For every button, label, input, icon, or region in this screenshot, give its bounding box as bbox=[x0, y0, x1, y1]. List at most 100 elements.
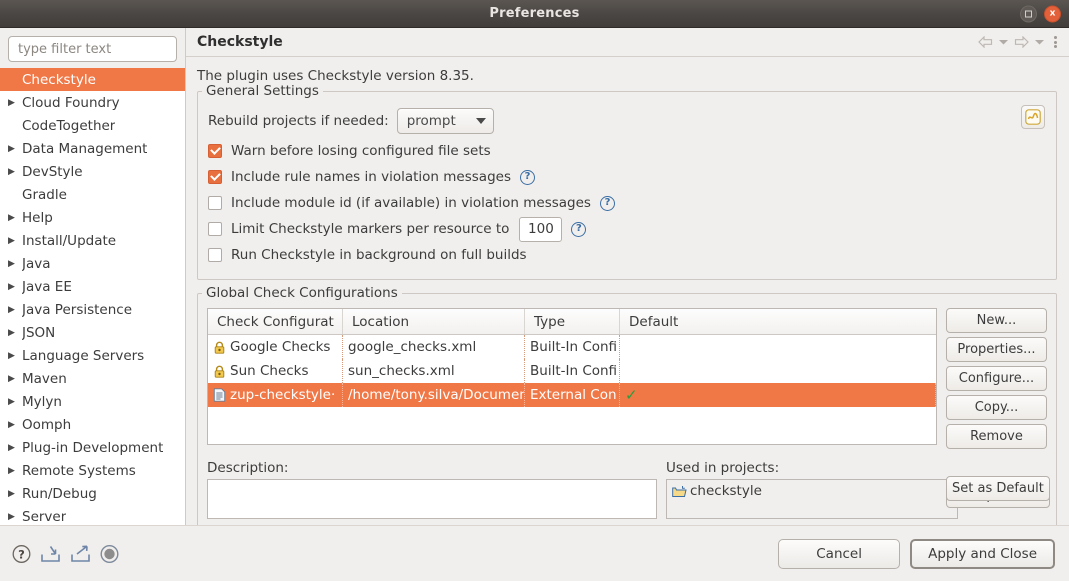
back-chevron-down-icon[interactable] bbox=[998, 38, 1009, 46]
sidebar-item-maven[interactable]: ▶ Maven bbox=[0, 367, 185, 390]
preferences-dialog: Checkstyle▶Cloud FoundryCodeTogether▶Dat… bbox=[0, 28, 1069, 581]
sidebar-item-java-ee[interactable]: ▶ Java EE bbox=[0, 275, 185, 298]
cell-type: External Con bbox=[525, 383, 620, 407]
sidebar-item-install-update[interactable]: ▶ Install/Update bbox=[0, 229, 185, 252]
sidebar-item-json[interactable]: ▶ JSON bbox=[0, 321, 185, 344]
sidebar-item-language-servers[interactable]: ▶ Language Servers bbox=[0, 344, 185, 367]
expand-triangle-icon[interactable]: ▶ bbox=[8, 213, 22, 223]
expand-triangle-icon[interactable]: ▶ bbox=[8, 328, 22, 338]
search-input[interactable] bbox=[8, 36, 177, 62]
expand-triangle-icon[interactable]: ▶ bbox=[8, 351, 22, 361]
sidebar-item-devstyle[interactable]: ▶ DevStyle bbox=[0, 160, 185, 183]
sidebar-item-checkstyle[interactable]: Checkstyle bbox=[0, 68, 185, 91]
marker-limit-input[interactable] bbox=[519, 216, 563, 242]
configure-button[interactable]: Configure... bbox=[945, 366, 1047, 391]
sidebar-item-data-management[interactable]: ▶ Data Management bbox=[0, 137, 185, 160]
expand-triangle-icon[interactable]: ▶ bbox=[8, 259, 22, 269]
used-in-projects-box[interactable]: checkstyle bbox=[666, 479, 958, 519]
config-name: zup-checkstyle· bbox=[230, 387, 336, 403]
expand-triangle-icon[interactable]: ▶ bbox=[8, 98, 22, 108]
sidebar-item-gradle[interactable]: Gradle bbox=[0, 183, 185, 206]
page-title: Checkstyle bbox=[197, 34, 283, 50]
set-as-default-button[interactable]: Set as Default bbox=[945, 476, 1050, 501]
expand-triangle-icon[interactable]: ▶ bbox=[8, 489, 22, 499]
sidebar-item-cloud-foundry[interactable]: ▶ Cloud Foundry bbox=[0, 91, 185, 114]
sidebar-item-label: Java Persistence bbox=[22, 301, 133, 318]
import-icon[interactable] bbox=[40, 544, 61, 563]
rebuild-projects-select[interactable]: prompt bbox=[396, 107, 494, 134]
checkbox-run-checkstyle-in[interactable] bbox=[208, 248, 222, 262]
sidebar-item-remote-systems[interactable]: ▶ Remote Systems bbox=[0, 459, 185, 482]
back-arrow-icon[interactable] bbox=[978, 36, 993, 48]
cell-check-configuration: Google Checks bbox=[208, 335, 343, 359]
checkbox-warn-before-losing[interactable] bbox=[208, 144, 222, 158]
list-item[interactable]: checkstyle bbox=[672, 483, 762, 499]
svg-text:?: ? bbox=[18, 547, 25, 561]
help-icon[interactable]: ? bbox=[519, 169, 535, 185]
checkstyle-config-icon[interactable] bbox=[1021, 105, 1045, 129]
expand-triangle-icon[interactable]: ▶ bbox=[8, 443, 22, 453]
properties-button[interactable]: Properties... bbox=[945, 337, 1047, 362]
cell-type: Built-In Confi bbox=[525, 335, 620, 359]
checkbox-include-rule-names[interactable] bbox=[208, 170, 222, 184]
sidebar-item-mylyn[interactable]: ▶ Mylyn bbox=[0, 390, 185, 413]
expand-triangle-icon[interactable]: ▶ bbox=[8, 167, 22, 177]
sidebar-item-java[interactable]: ▶ Java bbox=[0, 252, 185, 275]
column-header[interactable]: Default bbox=[620, 309, 936, 334]
expand-triangle-icon[interactable]: ▶ bbox=[8, 466, 22, 476]
expand-triangle-icon[interactable]: ▶ bbox=[8, 512, 22, 522]
sidebar-item-label: Data Management bbox=[22, 140, 148, 157]
general-settings-body: Rebuild projects if needed: prompt Warn … bbox=[197, 91, 1057, 280]
help-icon[interactable]: ? bbox=[571, 221, 587, 237]
column-header[interactable]: Location bbox=[343, 309, 525, 334]
sidebar-item-label: Plug-in Development bbox=[22, 439, 164, 456]
expand-triangle-icon[interactable]: ▶ bbox=[8, 236, 22, 246]
vertical-dots-icon[interactable] bbox=[1050, 36, 1061, 48]
maximize-button[interactable] bbox=[1020, 5, 1037, 22]
cancel-button[interactable]: Cancel bbox=[778, 538, 901, 569]
sidebar-item-label: Oomph bbox=[22, 416, 72, 433]
table-row[interactable]: Google Checks google_checks.xml Built-In C… bbox=[208, 335, 936, 359]
description-box[interactable] bbox=[207, 479, 657, 519]
sidebar-item-label: Gradle bbox=[22, 186, 67, 203]
checkbox-include-module-id[interactable] bbox=[208, 196, 222, 210]
close-button[interactable]: x bbox=[1044, 5, 1061, 22]
column-header[interactable]: Type bbox=[525, 309, 620, 334]
content-header: Checkstyle bbox=[186, 28, 1069, 57]
table-body[interactable]: Google Checks google_checks.xml Built-In C… bbox=[208, 335, 936, 407]
cell-default: ✓ bbox=[620, 383, 936, 407]
expand-triangle-icon[interactable]: ▶ bbox=[8, 374, 22, 384]
checkbox-label: Run Checkstyle in background on full bui… bbox=[231, 247, 527, 263]
export-icon[interactable] bbox=[70, 544, 91, 563]
table-row[interactable]: zup-checkstyle· /home/tony.silva/Document… bbox=[208, 383, 936, 407]
sidebar-item-java-persistence[interactable]: ▶ Java Persistence bbox=[0, 298, 185, 321]
forward-chevron-down-icon[interactable] bbox=[1034, 38, 1045, 46]
expand-triangle-icon[interactable]: ▶ bbox=[8, 305, 22, 315]
expand-triangle-icon[interactable]: ▶ bbox=[8, 282, 22, 292]
copy-button[interactable]: Copy... bbox=[945, 395, 1047, 420]
column-header[interactable]: Check Configurat bbox=[208, 309, 343, 334]
window-title: Preferences bbox=[489, 6, 580, 21]
sidebar-item-help[interactable]: ▶ Help bbox=[0, 206, 185, 229]
remove-button[interactable]: Remove bbox=[945, 424, 1047, 449]
expand-triangle-icon[interactable]: ▶ bbox=[8, 144, 22, 154]
sidebar-item-plug-in-development[interactable]: ▶ Plug-in Development bbox=[0, 436, 185, 459]
sidebar-item-oomph[interactable]: ▶ Oomph bbox=[0, 413, 185, 436]
sidebar-item-server[interactable]: ▶ Server bbox=[0, 505, 185, 524]
sidebar-item-run-debug[interactable]: ▶ Run/Debug bbox=[0, 482, 185, 505]
help-icon[interactable]: ? bbox=[599, 195, 615, 211]
help-icon[interactable]: ? bbox=[12, 544, 31, 563]
preferences-tree[interactable]: Checkstyle ▶ Cloud Foundry CodeTogether ▶ Dat… bbox=[0, 68, 185, 523]
forward-arrow-icon[interactable] bbox=[1014, 36, 1029, 48]
expand-triangle-icon[interactable]: ▶ bbox=[8, 397, 22, 407]
table-row[interactable]: Sun Checks sun_checks.xml Built-In Confi bbox=[208, 359, 936, 383]
configs-table[interactable]: Check Configurat Location Type Default Goog… bbox=[207, 308, 937, 445]
checkbox-limit-checkstyle-markers[interactable] bbox=[208, 222, 222, 236]
apply-and-close-button[interactable]: Apply and Close bbox=[910, 538, 1055, 569]
new-button[interactable]: New... bbox=[945, 308, 1047, 333]
sidebar-item-codetogether[interactable]: CodeTogether bbox=[0, 114, 185, 137]
restore-defaults-icon[interactable] bbox=[100, 544, 119, 563]
expand-triangle-icon[interactable]: ▶ bbox=[8, 420, 22, 430]
checkbox-label: Warn before losing configured file sets bbox=[231, 143, 491, 159]
general-settings-group: General Settings Rebuild projects if nee… bbox=[197, 83, 1057, 280]
